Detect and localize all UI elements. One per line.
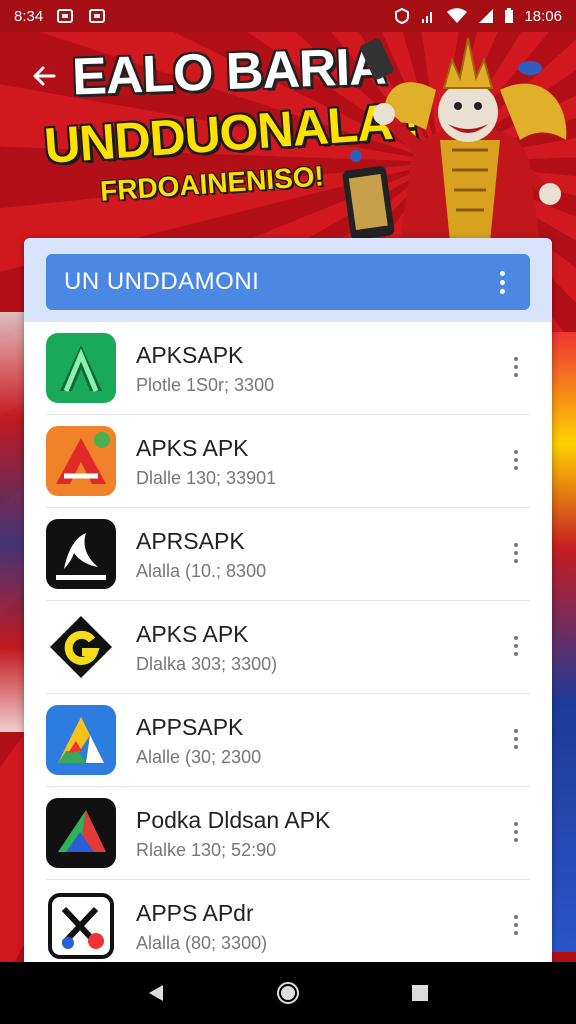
app-list: APKSAPK Plotle 1S0r; 3300 APKS APK Dlall… [24,322,552,962]
app-menu-icon[interactable] [506,352,526,382]
app-name: APKS APK [136,620,249,647]
app-menu-icon[interactable] [506,445,526,475]
app-menu-icon[interactable] [506,724,526,754]
mascot-illustration [342,37,567,242]
app-meta: Alalle (30; 2300 [136,746,262,767]
app-name: APRSAPK [136,527,245,554]
signal-icon [422,12,433,23]
app-menu-icon[interactable] [506,817,526,847]
battery-icon [505,8,514,23]
panel-menu-icon[interactable] [492,267,512,297]
wifi-icon [447,8,468,23]
app-list-item[interactable]: APKSAPK Plotle 1S0r; 3300 [46,322,530,415]
vpn-icon [395,8,410,24]
app-meta: Dlalle 130; 33901 [136,467,277,488]
app-name: APKS APK [136,434,249,461]
black-stylized-app-icon [46,519,116,589]
app-meta: Plotle 1S0r; 3300 [136,374,275,395]
app-list-item[interactable]: Podka Dldsan APK Rlalke 130; 52:90 [46,787,530,880]
app-meta: Alalla (10.; 8300 [136,560,267,581]
app-list-item[interactable]: APKS APK Dlalka 303; 3300) [46,601,530,694]
green-a-app-icon [46,333,116,403]
notification-icon [57,9,74,23]
app-menu-icon[interactable] [506,538,526,568]
home-icon[interactable] [266,971,310,1015]
app-list-item[interactable]: APRSAPK Alalla (10.; 8300 [46,508,530,601]
cell-signal-icon [479,9,494,23]
status-time-right: 18:06 [524,7,562,25]
status-time-left: 8:34 [14,7,44,25]
app-menu-icon[interactable] [506,910,526,940]
recents-icon[interactable] [398,971,442,1015]
app-list-item[interactable]: APPSAPK Alalle (30; 2300 [46,694,530,787]
app-meta: Rlalke 130; 52:90 [136,839,277,860]
back-icon[interactable] [134,971,178,1015]
app-menu-icon[interactable] [506,631,526,661]
black-x-app-icon [46,891,116,961]
yellow-g-app-icon [46,612,116,682]
back-arrow-icon[interactable] [28,60,60,92]
navigation-bar [0,962,576,1024]
multicolor-a-app-icon [46,705,116,775]
panel-title: UN UNDDAMONI [64,268,260,295]
panel-header: UN UNDDAMONI [46,254,530,310]
notification-icon-2 [89,9,106,23]
app-name: Podka Dldsan APK [136,806,331,833]
app-name: APPSAPK [136,713,244,740]
status-bar: 8:34 18:06 [0,0,576,32]
app-name: APKSAPK [136,341,244,368]
app-meta: Dlalka 303; 3300) [136,653,278,674]
orange-a-app-icon [46,426,116,496]
app-list-item[interactable]: APKS APK Dlalle 130; 33901 [46,415,530,508]
app-meta: Alalla (80; 3300) [136,932,268,953]
app-list-panel: UN UNDDAMONI APKSAPK Plotle 1S0r; 3300 A… [24,238,552,962]
app-list-item[interactable]: APPS APdr Alalla (80; 3300) [46,880,530,962]
app-name: APPS APdr [136,899,254,926]
black-triangle-app-icon [46,798,116,868]
